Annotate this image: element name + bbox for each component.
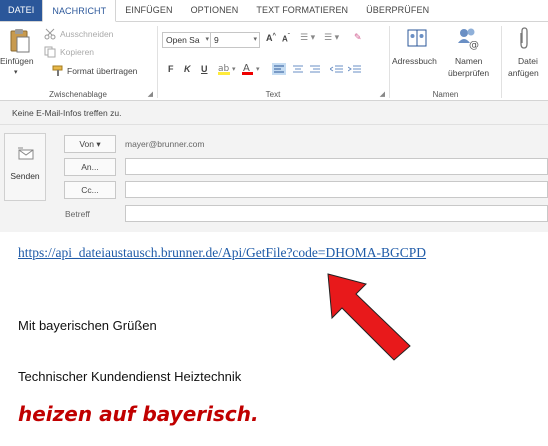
align-right-icon[interactable] <box>308 63 322 77</box>
red-arrow-icon <box>327 273 411 361</box>
chevron-down-icon: ▾ <box>205 36 209 43</box>
message-header: Keine E-Mail-Infos treffen zu. Senden Vo… <box>0 101 548 232</box>
font-size-select[interactable]: 9 ▾ <box>210 32 260 48</box>
bold-icon[interactable]: F <box>168 64 174 74</box>
info-bar: Keine E-Mail-Infos treffen zu. <box>0 101 548 125</box>
text-group-label: Text <box>265 90 281 99</box>
clipboard-group-label: Zwischenablage <box>49 90 107 99</box>
tab-nachricht[interactable]: NACHRICHT <box>42 0 117 22</box>
send-label: Senden <box>10 171 40 181</box>
font-color-icon[interactable]: A ▾ <box>242 62 264 78</box>
paste-dropdown-icon[interactable]: ▾ <box>14 68 18 76</box>
check-names-button-line2[interactable]: überprüfen <box>448 68 489 78</box>
increase-indent-icon[interactable] <box>347 63 362 77</box>
tab-datei[interactable]: DATEI <box>0 0 43 21</box>
tab-ueberpruefen[interactable]: ÜBERPRÜFEN <box>357 0 438 21</box>
decrease-indent-icon[interactable] <box>329 63 344 77</box>
clipboard-group: Einfügen ▾ Ausschneiden Kopieren Format … <box>0 22 156 101</box>
tab-optionen[interactable]: OPTIONEN <box>182 0 248 21</box>
align-center-icon[interactable] <box>291 63 305 77</box>
subject-field[interactable] <box>125 205 548 222</box>
underline-icon[interactable]: U <box>201 64 208 74</box>
subject-label: Betreff <box>65 209 90 219</box>
copy-button[interactable]: Kopieren <box>60 47 94 57</box>
clear-formatting-icon[interactable]: ✎ <box>354 32 362 43</box>
ribbon-tabs: DATEI NACHRICHT EINFÜGEN OPTIONEN TEXT F… <box>0 0 548 22</box>
paste-button[interactable]: Einfügen <box>0 56 34 66</box>
shrink-font-icon[interactable]: Aˇ <box>282 34 290 44</box>
format-painter-button[interactable]: Format übertragen <box>67 66 137 76</box>
download-link[interactable]: https://api_dateiaustausch.brunner.de/Ap… <box>18 245 426 261</box>
grow-font-icon[interactable]: A^ <box>266 33 276 43</box>
text-group: Open Sa ▾ 9 ▾ A^ Aˇ ☰ ▾ ☰ ▾ ✎ F K U ab ▾ … <box>158 22 388 101</box>
font-name-select[interactable]: Open Sa ▾ <box>162 32 212 48</box>
attach-file-button-line1[interactable]: Datei <box>518 56 538 66</box>
italic-icon[interactable]: K <box>184 64 191 74</box>
bullet-list-icon[interactable]: ☰ ▾ <box>300 32 315 43</box>
format-painter-icon <box>52 65 64 79</box>
cut-button[interactable]: Ausschneiden <box>60 29 113 39</box>
chevron-down-icon: ▾ <box>253 36 257 43</box>
send-icon <box>18 146 34 164</box>
highlight-icon[interactable]: ab ▾ <box>218 62 240 78</box>
numbered-list-icon[interactable]: ☰ ▾ <box>324 32 339 43</box>
paste-icon[interactable] <box>8 28 32 56</box>
copy-icon <box>44 46 56 60</box>
from-value: mayer@brunner.com <box>125 139 205 149</box>
from-button[interactable]: Von ▾ <box>64 135 116 153</box>
tab-text-formatieren[interactable]: TEXT FORMATIEREN <box>247 0 357 21</box>
scissors-icon <box>44 28 56 42</box>
to-button[interactable]: An... <box>64 158 116 176</box>
font-size-value: 9 <box>214 35 219 45</box>
names-group-label: Namen <box>432 90 459 99</box>
attach-group: Datei anfügen <box>502 22 548 101</box>
tab-einfuegen[interactable]: EINFÜGEN <box>116 0 181 21</box>
svg-text:▾: ▾ <box>232 66 236 73</box>
svg-text:▾: ▾ <box>256 66 260 73</box>
clipboard-launcher-icon[interactable]: ◢ <box>148 90 153 98</box>
send-button[interactable]: Senden <box>4 133 46 201</box>
attach-file-button-line2[interactable]: anfügen <box>508 68 539 78</box>
check-names-icon: @ <box>456 26 480 52</box>
svg-text:@: @ <box>469 40 479 50</box>
department-text: Technischer Kundendienst Heiztechnik <box>18 369 242 384</box>
slogan-text: heizen auf bayerisch. <box>18 402 259 426</box>
info-text: Keine E-Mail-Infos treffen zu. <box>12 108 122 118</box>
greeting-text: Mit bayerischen Grüßen <box>18 318 157 333</box>
ribbon: Einfügen ▾ Ausschneiden Kopieren Format … <box>0 22 548 101</box>
address-book-button[interactable]: Adressbuch <box>392 56 437 66</box>
align-left-icon[interactable] <box>272 63 286 77</box>
text-launcher-icon[interactable]: ◢ <box>380 90 385 98</box>
paperclip-icon <box>517 27 531 53</box>
check-names-button-line1[interactable]: Namen <box>455 56 482 66</box>
cc-field[interactable] <box>125 181 548 198</box>
cc-button[interactable]: Cc... <box>64 181 116 199</box>
font-name-value: Open Sa <box>166 35 200 45</box>
to-field[interactable] <box>125 158 548 175</box>
names-group: Adressbuch @ Namen überprüfen Namen <box>390 22 501 101</box>
message-body[interactable]: https://api_dateiaustausch.brunner.de/Ap… <box>0 232 548 446</box>
address-book-icon <box>406 27 428 51</box>
